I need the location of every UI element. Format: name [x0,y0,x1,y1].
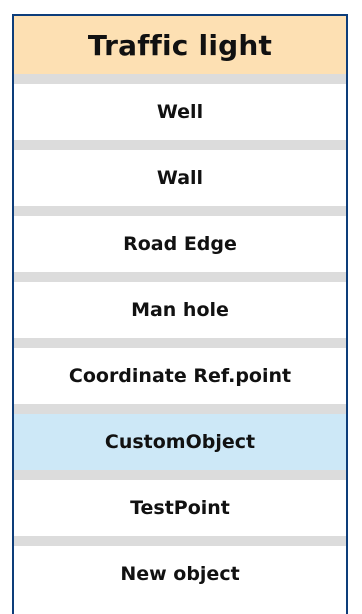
list-item-man-hole[interactable]: Man hole [14,282,346,338]
row-separator [14,404,346,414]
row-separator [14,272,346,282]
list-item-new-object[interactable]: New object [14,546,346,602]
list-item-header-traffic-light[interactable]: Traffic light [14,16,346,74]
list-item-custom-object[interactable]: CustomObject [14,414,346,470]
row-separator [14,470,346,480]
row-separator [14,536,346,546]
row-separator [14,338,346,348]
list-item-coordinate-ref-point[interactable]: Coordinate Ref.point [14,348,346,404]
object-type-list: Traffic light Well Wall Road Edge Man ho… [12,14,348,614]
row-separator [14,74,346,84]
list-item-well[interactable]: Well [14,84,346,140]
list-item-test-point[interactable]: TestPoint [14,480,346,536]
list-item-wall[interactable]: Wall [14,150,346,206]
list-item-road-edge[interactable]: Road Edge [14,216,346,272]
row-separator [14,206,346,216]
row-separator [14,140,346,150]
